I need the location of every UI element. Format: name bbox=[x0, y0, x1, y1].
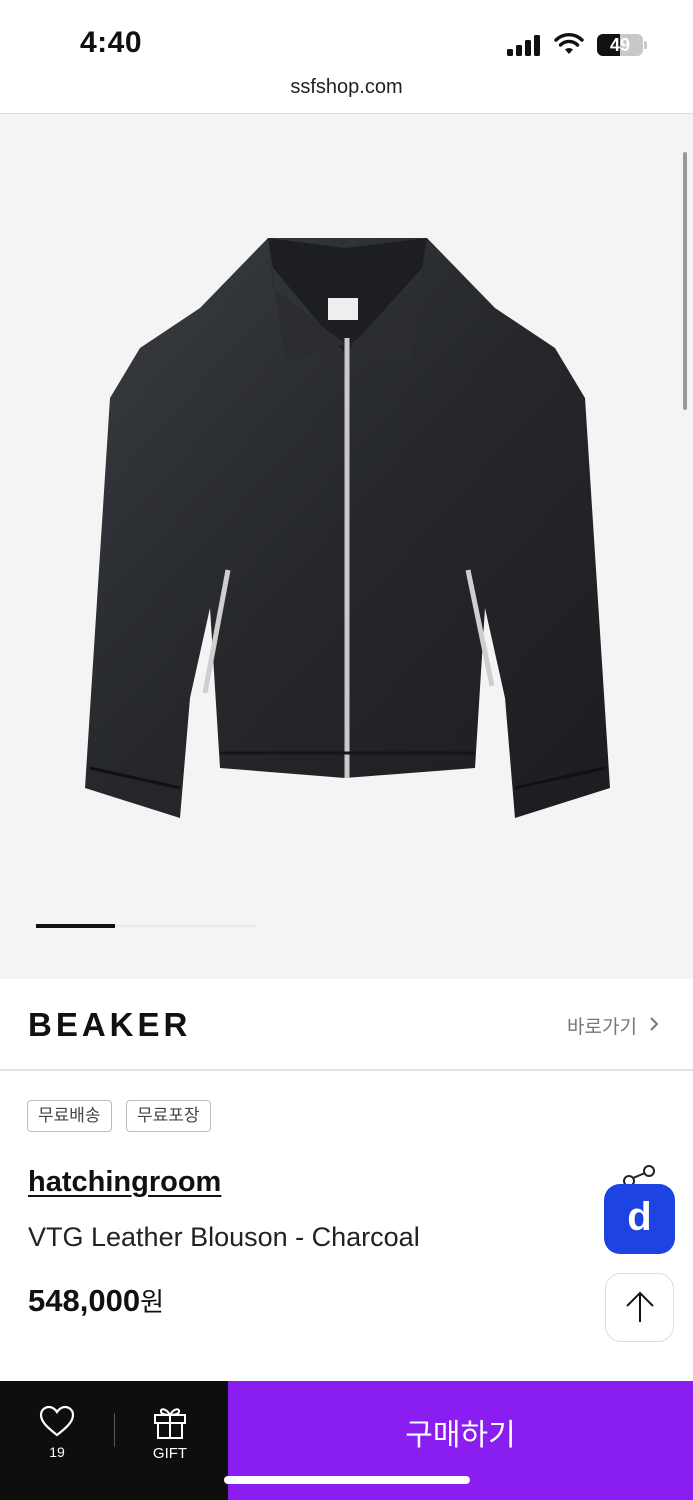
gift-icon[interactable] bbox=[152, 1404, 188, 1440]
battery-tip bbox=[644, 41, 647, 49]
product-price: 548,000원 bbox=[28, 1282, 164, 1319]
free-wrapping-badge: 무료포장 bbox=[126, 1100, 211, 1132]
wifi-icon bbox=[554, 33, 584, 54]
buy-button-label[interactable]: 구매하기 bbox=[228, 1410, 693, 1454]
chevron-right-icon[interactable] bbox=[648, 1016, 660, 1032]
brand-shortcut-link[interactable]: 바로가기 bbox=[567, 1012, 637, 1039]
brand-logo[interactable]: BEAKER bbox=[28, 1006, 191, 1044]
home-indicator bbox=[224, 1476, 470, 1484]
gift-label[interactable]: GIFT bbox=[140, 1445, 200, 1462]
like-count: 19 bbox=[49, 1444, 65, 1460]
battery-icon: 49 bbox=[597, 34, 643, 56]
url-bar[interactable]: ssfshop.com bbox=[0, 76, 693, 99]
shop-name-link[interactable]: hatchingroom bbox=[28, 1166, 221, 1199]
scroll-to-top-button[interactable] bbox=[605, 1273, 674, 1342]
product-image[interactable] bbox=[80, 228, 615, 828]
signal-icon bbox=[507, 34, 543, 56]
price-value: 548,000 bbox=[28, 1283, 141, 1318]
product-name: VTG Leather Blouson - Charcoal bbox=[28, 1222, 420, 1252]
gallery-indicator-active bbox=[36, 924, 115, 928]
bottom-divider bbox=[114, 1413, 115, 1447]
free-shipping-badge: 무료배송 bbox=[27, 1100, 112, 1132]
price-currency: 원 bbox=[140, 1287, 164, 1317]
arrow-up-icon bbox=[626, 1291, 654, 1322]
page-scrollbar[interactable] bbox=[683, 152, 687, 410]
battery-percent: 49 bbox=[609, 35, 631, 55]
brand-divider bbox=[0, 1069, 693, 1071]
status-time: 4:40 bbox=[80, 26, 143, 59]
d-app-button[interactable]: d bbox=[604, 1184, 675, 1254]
heart-icon[interactable] bbox=[38, 1404, 76, 1438]
